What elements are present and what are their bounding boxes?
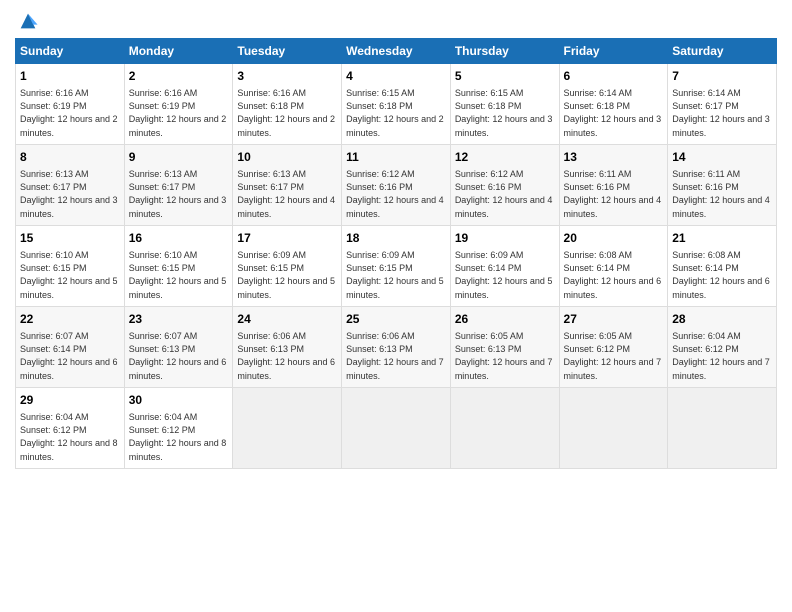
table-row: 13Sunrise: 6:11 AMSunset: 6:16 PMDayligh… — [559, 144, 668, 225]
table-row: 27Sunrise: 6:05 AMSunset: 6:12 PMDayligh… — [559, 306, 668, 387]
table-row: 22Sunrise: 6:07 AMSunset: 6:14 PMDayligh… — [16, 306, 125, 387]
col-saturday: Saturday — [668, 39, 777, 64]
table-row: 26Sunrise: 6:05 AMSunset: 6:13 PMDayligh… — [450, 306, 559, 387]
table-row: 4Sunrise: 6:15 AMSunset: 6:18 PMDaylight… — [342, 64, 451, 145]
table-row: 11Sunrise: 6:12 AMSunset: 6:16 PMDayligh… — [342, 144, 451, 225]
table-row — [342, 387, 451, 468]
table-row: 28Sunrise: 6:04 AMSunset: 6:12 PMDayligh… — [668, 306, 777, 387]
table-row: 16Sunrise: 6:10 AMSunset: 6:15 PMDayligh… — [124, 225, 233, 306]
table-row: 17Sunrise: 6:09 AMSunset: 6:15 PMDayligh… — [233, 225, 342, 306]
table-row: 7Sunrise: 6:14 AMSunset: 6:17 PMDaylight… — [668, 64, 777, 145]
table-row: 24Sunrise: 6:06 AMSunset: 6:13 PMDayligh… — [233, 306, 342, 387]
table-row: 23Sunrise: 6:07 AMSunset: 6:13 PMDayligh… — [124, 306, 233, 387]
table-row — [233, 387, 342, 468]
calendar-week-row: 8Sunrise: 6:13 AMSunset: 6:17 PMDaylight… — [16, 144, 777, 225]
calendar-week-row: 15Sunrise: 6:10 AMSunset: 6:15 PMDayligh… — [16, 225, 777, 306]
calendar-week-row: 1Sunrise: 6:16 AMSunset: 6:19 PMDaylight… — [16, 64, 777, 145]
table-row: 10Sunrise: 6:13 AMSunset: 6:17 PMDayligh… — [233, 144, 342, 225]
calendar-week-row: 22Sunrise: 6:07 AMSunset: 6:14 PMDayligh… — [16, 306, 777, 387]
calendar-week-row: 29Sunrise: 6:04 AMSunset: 6:12 PMDayligh… — [16, 387, 777, 468]
col-thursday: Thursday — [450, 39, 559, 64]
page-container: Sunday Monday Tuesday Wednesday Thursday… — [0, 0, 792, 479]
table-row: 21Sunrise: 6:08 AMSunset: 6:14 PMDayligh… — [668, 225, 777, 306]
table-row: 3Sunrise: 6:16 AMSunset: 6:18 PMDaylight… — [233, 64, 342, 145]
table-row — [668, 387, 777, 468]
logo — [15, 10, 39, 32]
table-row: 12Sunrise: 6:12 AMSunset: 6:16 PMDayligh… — [450, 144, 559, 225]
table-row: 2Sunrise: 6:16 AMSunset: 6:19 PMDaylight… — [124, 64, 233, 145]
table-row — [450, 387, 559, 468]
table-row: 8Sunrise: 6:13 AMSunset: 6:17 PMDaylight… — [16, 144, 125, 225]
table-row — [559, 387, 668, 468]
header — [15, 10, 777, 32]
table-row: 29Sunrise: 6:04 AMSunset: 6:12 PMDayligh… — [16, 387, 125, 468]
table-row: 25Sunrise: 6:06 AMSunset: 6:13 PMDayligh… — [342, 306, 451, 387]
col-friday: Friday — [559, 39, 668, 64]
table-row: 6Sunrise: 6:14 AMSunset: 6:18 PMDaylight… — [559, 64, 668, 145]
table-row: 30Sunrise: 6:04 AMSunset: 6:12 PMDayligh… — [124, 387, 233, 468]
col-wednesday: Wednesday — [342, 39, 451, 64]
calendar-header-row: Sunday Monday Tuesday Wednesday Thursday… — [16, 39, 777, 64]
table-row: 20Sunrise: 6:08 AMSunset: 6:14 PMDayligh… — [559, 225, 668, 306]
table-row: 18Sunrise: 6:09 AMSunset: 6:15 PMDayligh… — [342, 225, 451, 306]
table-row: 5Sunrise: 6:15 AMSunset: 6:18 PMDaylight… — [450, 64, 559, 145]
table-row: 19Sunrise: 6:09 AMSunset: 6:14 PMDayligh… — [450, 225, 559, 306]
col-sunday: Sunday — [16, 39, 125, 64]
table-row: 1Sunrise: 6:16 AMSunset: 6:19 PMDaylight… — [16, 64, 125, 145]
logo-icon — [17, 10, 39, 32]
col-tuesday: Tuesday — [233, 39, 342, 64]
table-row: 15Sunrise: 6:10 AMSunset: 6:15 PMDayligh… — [16, 225, 125, 306]
table-row: 9Sunrise: 6:13 AMSunset: 6:17 PMDaylight… — [124, 144, 233, 225]
table-row: 14Sunrise: 6:11 AMSunset: 6:16 PMDayligh… — [668, 144, 777, 225]
col-monday: Monday — [124, 39, 233, 64]
calendar-table: Sunday Monday Tuesday Wednesday Thursday… — [15, 38, 777, 469]
